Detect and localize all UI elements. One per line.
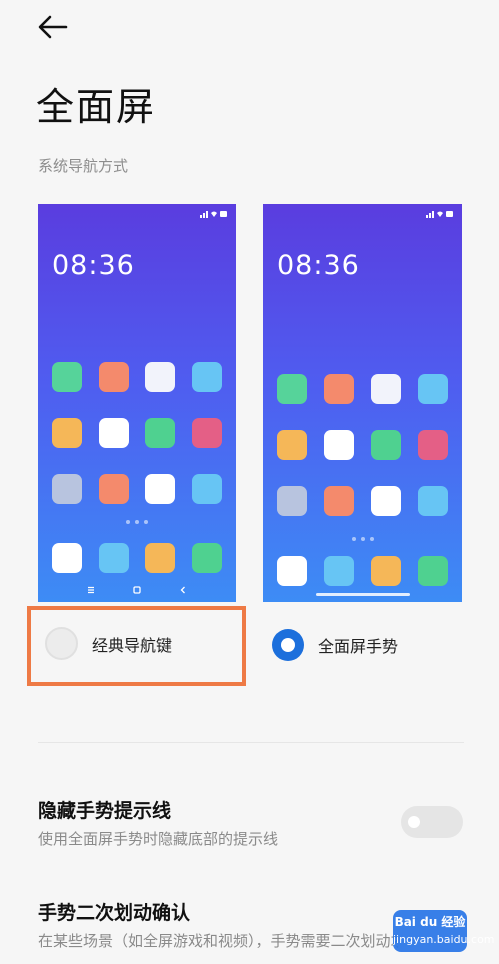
app-icon bbox=[52, 362, 82, 392]
gesture-hint-line bbox=[315, 593, 410, 596]
app-icon bbox=[145, 474, 176, 504]
gesture-nav-preview[interactable]: 08:36 bbox=[263, 204, 462, 602]
status-bar-icons bbox=[426, 211, 453, 218]
app-icon bbox=[324, 430, 354, 460]
app-icon bbox=[371, 430, 401, 460]
setting-title-swipe-confirm: 手势二次划动确认 bbox=[38, 902, 191, 924]
back-key-icon bbox=[180, 586, 185, 594]
dock-app-icon bbox=[371, 556, 401, 586]
app-icon bbox=[324, 374, 354, 404]
app-icon bbox=[191, 362, 222, 392]
dock-app-icon bbox=[277, 556, 307, 586]
section-label: 系统导航方式 bbox=[38, 157, 129, 175]
radio-selected-icon[interactable] bbox=[272, 629, 304, 661]
dock-app-icon bbox=[52, 543, 82, 573]
page-dot bbox=[369, 537, 374, 541]
status-bar-icons bbox=[200, 211, 227, 218]
dock-app-icon bbox=[324, 556, 354, 586]
radio-gesture-nav[interactable]: 全面屏手势 bbox=[272, 629, 398, 661]
app-icon bbox=[98, 362, 129, 392]
app-icon bbox=[145, 362, 176, 392]
page-indicator bbox=[351, 537, 374, 541]
classic-nav-preview[interactable]: 08:36 bbox=[38, 204, 236, 602]
app-icon bbox=[371, 486, 401, 516]
watermark-logo: Bai du 经验 bbox=[394, 915, 466, 929]
app-icon bbox=[277, 374, 307, 404]
clock-text: 08:36 bbox=[52, 250, 135, 281]
page-indicator bbox=[126, 520, 148, 524]
app-icon bbox=[98, 418, 129, 448]
page-dot bbox=[135, 520, 139, 524]
app-icon bbox=[324, 486, 354, 516]
hide-gesture-line-toggle[interactable] bbox=[401, 806, 463, 838]
dock-app-icon bbox=[98, 543, 129, 573]
radio-label: 全面屏手势 bbox=[318, 637, 399, 656]
dock bbox=[277, 556, 448, 586]
app-icon bbox=[277, 430, 307, 460]
toggle-knob bbox=[408, 816, 420, 828]
dock-app-icon bbox=[191, 543, 222, 573]
app-icon-grid bbox=[52, 362, 222, 504]
app-icon bbox=[371, 374, 401, 404]
page-dot bbox=[360, 537, 365, 541]
app-icon bbox=[145, 418, 176, 448]
setting-title-hide-line: 隐藏手势提示线 bbox=[38, 800, 172, 822]
radio-unselected-icon[interactable] bbox=[45, 627, 78, 660]
radio-label: 经典导航键 bbox=[92, 635, 173, 655]
app-icon bbox=[418, 374, 448, 404]
radio-classic-nav[interactable]: 经典导航键 bbox=[45, 627, 172, 660]
page-title: 全面屏 bbox=[36, 85, 157, 129]
watermark-site: jingyan.baidu.com bbox=[393, 933, 495, 946]
clock-text: 08:36 bbox=[277, 250, 360, 281]
app-icon bbox=[191, 418, 222, 448]
dock-app-icon bbox=[418, 556, 448, 586]
app-icon bbox=[418, 486, 448, 516]
app-icon bbox=[277, 486, 307, 516]
back-arrow-icon bbox=[38, 15, 68, 39]
app-icon bbox=[418, 430, 448, 460]
dock-app-icon bbox=[145, 543, 176, 573]
page-dot bbox=[144, 520, 148, 524]
setting-desc-hide-line: 使用全面屏手势时隐藏底部的提示线 bbox=[38, 830, 279, 848]
divider bbox=[38, 742, 464, 743]
app-icon bbox=[98, 474, 129, 504]
app-icon bbox=[191, 474, 222, 504]
menu-key-icon bbox=[88, 586, 94, 594]
setting-desc-swipe-confirm: 在某些场景（如全屏游戏和视频），手势需要二次划动才生效 bbox=[38, 932, 398, 950]
page-dot bbox=[126, 520, 130, 524]
dock bbox=[52, 543, 222, 573]
home-key-icon bbox=[133, 586, 141, 594]
page-dot bbox=[351, 537, 356, 541]
baidu-watermark: Bai du 经验 jingyan.baidu.com bbox=[393, 910, 495, 952]
back-button[interactable] bbox=[36, 12, 70, 42]
app-icon bbox=[52, 418, 82, 448]
app-icon-grid bbox=[277, 374, 448, 516]
app-icon bbox=[52, 474, 82, 504]
nav-key-bar bbox=[38, 578, 236, 602]
